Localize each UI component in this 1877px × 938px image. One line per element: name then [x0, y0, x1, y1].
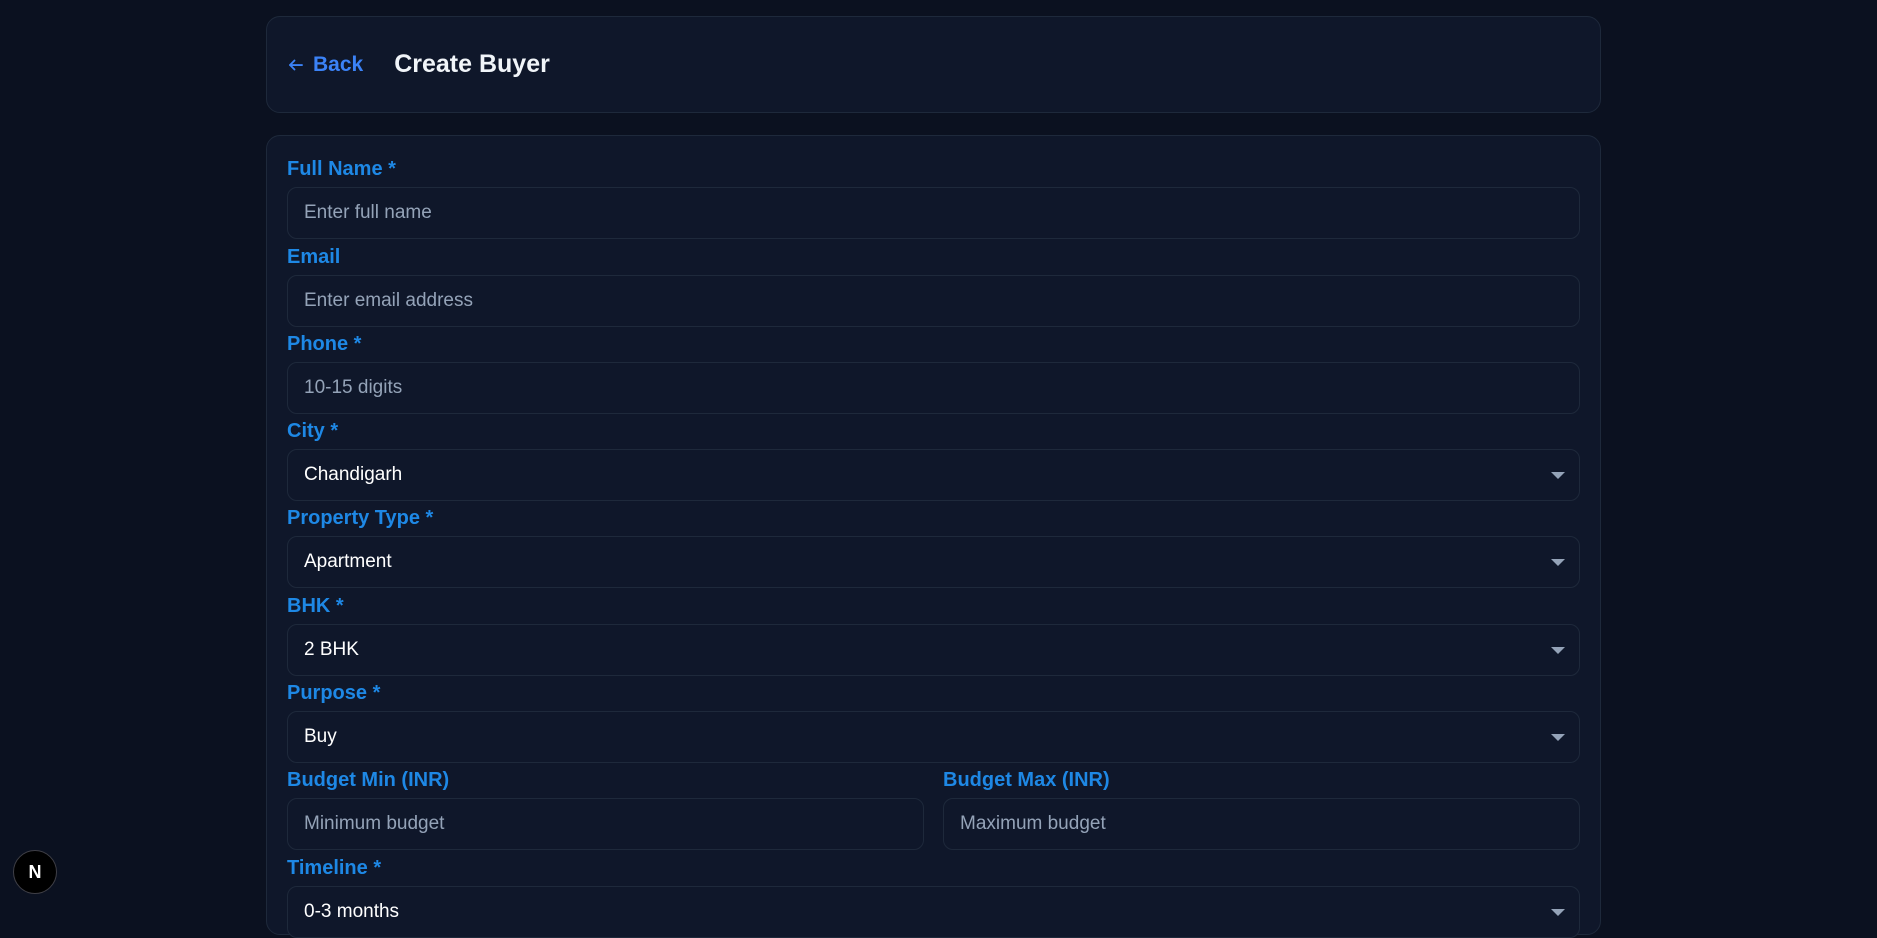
- budget-max-input[interactable]: [960, 813, 1579, 835]
- phone-input[interactable]: [304, 377, 1579, 399]
- email-input[interactable]: [304, 290, 1579, 312]
- city-select-value: Chandigarh: [304, 464, 403, 485]
- budget-min-field: Budget Min (INR): [287, 765, 924, 850]
- timeline-select[interactable]: 0-3 months: [287, 886, 1580, 938]
- bhk-label: BHK *: [287, 595, 344, 617]
- purpose-label: Purpose *: [287, 682, 381, 704]
- page-title: Create Buyer: [394, 50, 550, 78]
- chevron-down-icon: [1551, 472, 1565, 479]
- budget-min-input-wrapper: [287, 798, 924, 850]
- budget-max-input-wrapper: [943, 798, 1580, 850]
- budget-min-input[interactable]: [304, 813, 923, 835]
- buyer-form: Full Name * Email Phone * City * Chandig…: [266, 135, 1601, 938]
- purpose-select[interactable]: Buy: [287, 711, 1580, 763]
- timeline-select-value: 0-3 months: [304, 901, 400, 922]
- property-type-label: Property Type *: [287, 507, 434, 529]
- back-label: Back: [313, 52, 364, 76]
- email-input-wrapper: [287, 275, 1580, 327]
- purpose-select-value: Buy: [304, 726, 337, 747]
- city-field: City * Chandigarh: [287, 416, 1580, 501]
- property-type-select-value: Apartment: [304, 551, 392, 572]
- phone-input-wrapper: [287, 362, 1580, 414]
- chevron-down-icon: [1551, 734, 1565, 741]
- email-field: Email: [287, 242, 1580, 327]
- timeline-field: Timeline * 0-3 months: [287, 853, 1580, 938]
- full-name-input[interactable]: [304, 202, 1579, 224]
- page: Back Create Buyer Full Name * Email Phon…: [266, 16, 1601, 938]
- chevron-down-icon: [1551, 559, 1565, 566]
- chevron-down-icon: [1551, 647, 1565, 654]
- phone-field: Phone *: [287, 329, 1580, 414]
- arrow-left-icon: [289, 59, 303, 70]
- full-name-label: Full Name *: [287, 158, 396, 180]
- budget-min-label: Budget Min (INR): [287, 769, 450, 791]
- header-card: Back Create Buyer: [266, 16, 1601, 113]
- full-name-field: Full Name *: [287, 154, 1580, 239]
- bhk-select-value: 2 BHK: [304, 639, 359, 660]
- budget-max-label: Budget Max (INR): [943, 769, 1110, 791]
- bhk-field: BHK * 2 BHK: [287, 591, 1580, 676]
- phone-label: Phone *: [287, 333, 362, 355]
- property-type-field: Property Type * Apartment: [287, 503, 1580, 588]
- purpose-field: Purpose * Buy: [287, 678, 1580, 763]
- budget-max-field: Budget Max (INR): [943, 765, 1580, 850]
- city-label: City *: [287, 420, 339, 442]
- nextjs-dev-badge[interactable]: N: [13, 850, 57, 894]
- timeline-label: Timeline *: [287, 857, 382, 879]
- city-select[interactable]: Chandigarh: [287, 449, 1580, 501]
- email-label: Email: [287, 246, 341, 268]
- property-type-select[interactable]: Apartment: [287, 536, 1580, 588]
- full-name-input-wrapper: [287, 187, 1580, 239]
- bhk-select[interactable]: 2 BHK: [287, 624, 1580, 676]
- back-link[interactable]: Back: [287, 53, 363, 77]
- nextjs-logo-icon: N: [28, 861, 42, 882]
